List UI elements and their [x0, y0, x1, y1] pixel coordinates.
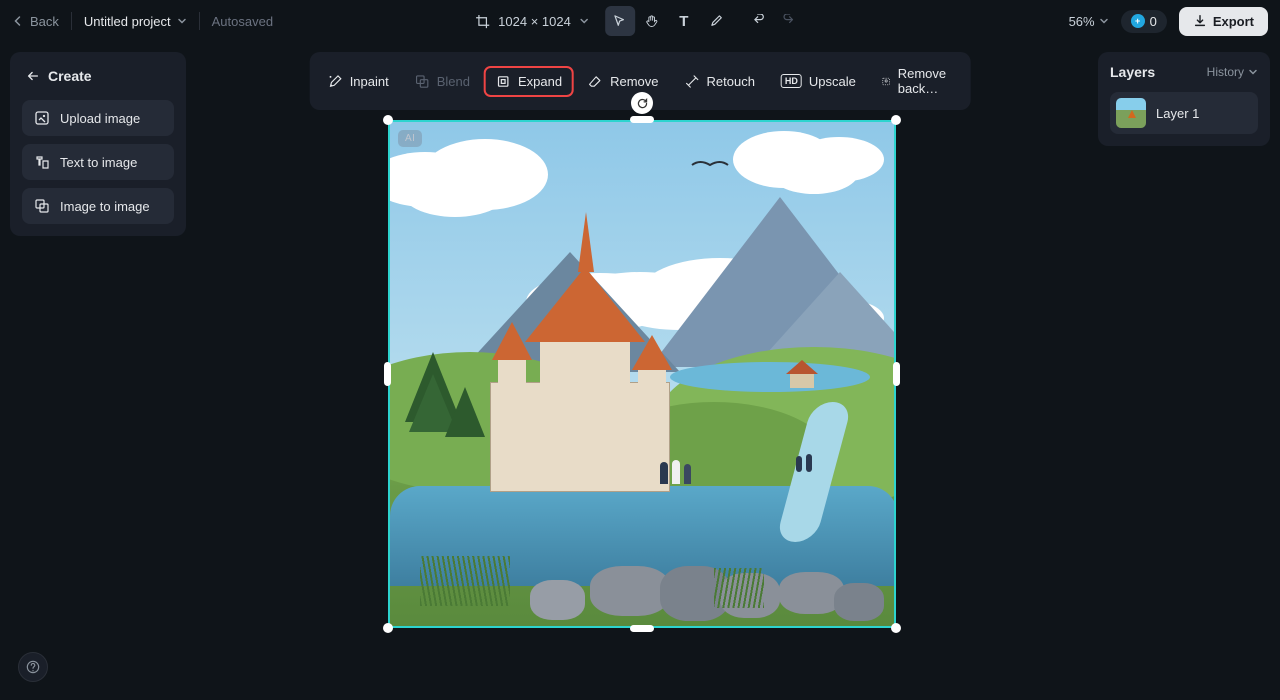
remove-bg-icon: [882, 74, 891, 89]
layers-title: Layers: [1110, 64, 1155, 80]
crop-icon: [475, 14, 490, 29]
download-icon: [1193, 14, 1207, 28]
back-label: Back: [30, 14, 59, 29]
zoom-control[interactable]: 56%: [1069, 14, 1109, 29]
help-button[interactable]: [18, 652, 48, 682]
hand-tool[interactable]: [637, 6, 667, 36]
zoom-label: 56%: [1069, 14, 1095, 29]
credit-icon: +: [1131, 14, 1145, 28]
upscale-button[interactable]: HD Upscale: [769, 66, 868, 97]
history-label: History: [1207, 65, 1244, 79]
retouch-button[interactable]: Retouch: [673, 66, 767, 97]
remove-bg-button[interactable]: Remove back…: [870, 58, 964, 104]
retouch-label: Retouch: [707, 74, 755, 89]
sidebar-left: Create Upload image Text to image Image …: [10, 52, 186, 236]
hand-icon: [644, 14, 659, 29]
chevron-down-icon: [1248, 67, 1258, 77]
ai-badge: AI: [398, 130, 422, 147]
brush-tool[interactable]: [701, 6, 731, 36]
inpaint-icon: [328, 74, 343, 89]
upscale-label: Upscale: [809, 74, 856, 89]
expand-button[interactable]: Expand: [484, 66, 574, 97]
topbar-right: 56% + 0 Export: [1069, 7, 1268, 36]
chevron-left-icon: [12, 15, 24, 27]
layer-thumbnail: [1116, 98, 1146, 128]
text-image-icon: [34, 154, 50, 170]
blend-label: Blend: [437, 74, 470, 89]
canvas-size-button[interactable]: 1024 × 1024: [475, 14, 589, 29]
credits-pill[interactable]: + 0: [1121, 10, 1167, 33]
layer-item[interactable]: Layer 1: [1110, 92, 1258, 134]
back-button[interactable]: Back: [12, 14, 59, 29]
canvas-image[interactable]: AI: [388, 120, 896, 628]
create-label: Create: [48, 68, 92, 84]
tool-group: T: [605, 6, 805, 36]
create-header: Create: [22, 64, 174, 88]
credits-label: 0: [1150, 14, 1157, 29]
redo-button[interactable]: [775, 6, 805, 36]
chevron-down-icon: [177, 16, 187, 26]
expand-label: Expand: [518, 74, 562, 89]
export-button[interactable]: Export: [1179, 7, 1268, 36]
layers-panel: Layers History Layer 1: [1098, 52, 1270, 146]
regenerate-badge[interactable]: [631, 92, 653, 114]
upload-label: Upload image: [60, 111, 140, 126]
text-tool[interactable]: T: [669, 6, 699, 36]
topbar: Back Untitled project Autosaved 1024 × 1…: [0, 0, 1280, 42]
chevron-down-icon: [579, 16, 589, 26]
brush-icon: [708, 14, 723, 29]
image-to-image-button[interactable]: Image to image: [22, 188, 174, 224]
i2i-label: Image to image: [60, 199, 150, 214]
back-arrow-icon: [26, 69, 40, 83]
layer-name: Layer 1: [1156, 106, 1199, 121]
undo-icon: [750, 14, 765, 29]
removebg-label: Remove back…: [898, 66, 953, 96]
divider: [71, 12, 72, 30]
undo-button[interactable]: [743, 6, 773, 36]
retouch-icon: [685, 74, 700, 89]
canvas[interactable]: AI: [388, 120, 896, 628]
project-name-label: Untitled project: [84, 14, 171, 29]
text-icon: T: [679, 13, 688, 30]
hd-badge-icon: HD: [781, 74, 802, 88]
select-tool[interactable]: [605, 6, 635, 36]
resize-handle-top[interactable]: [630, 116, 654, 123]
resize-handle-tr[interactable]: [891, 115, 901, 125]
text-to-image-button[interactable]: Text to image: [22, 144, 174, 180]
blend-icon: [415, 74, 430, 89]
topbar-center: 1024 × 1024 T: [475, 6, 805, 36]
image-image-icon: [34, 198, 50, 214]
resize-handle-bottom[interactable]: [630, 625, 654, 632]
resize-handle-tl[interactable]: [383, 115, 393, 125]
divider: [199, 12, 200, 30]
remove-label: Remove: [610, 74, 658, 89]
project-name[interactable]: Untitled project: [84, 14, 187, 29]
cursor-icon: [612, 14, 627, 29]
autosaved-label: Autosaved: [212, 14, 273, 29]
layers-header: Layers History: [1110, 64, 1258, 80]
refresh-icon: [636, 97, 649, 110]
help-icon: [26, 660, 40, 674]
inpaint-button[interactable]: Inpaint: [316, 66, 401, 97]
resize-handle-bl[interactable]: [383, 623, 393, 633]
chevron-down-icon: [1099, 16, 1109, 26]
export-label: Export: [1213, 14, 1254, 29]
resize-handle-left[interactable]: [384, 362, 391, 386]
eraser-icon: [588, 74, 603, 89]
resize-handle-br[interactable]: [891, 623, 901, 633]
inpaint-label: Inpaint: [350, 74, 389, 89]
expand-icon: [496, 74, 511, 89]
upload-icon: [34, 110, 50, 126]
dimensions-label: 1024 × 1024: [498, 14, 571, 29]
blend-button: Blend: [403, 66, 482, 97]
resize-handle-right[interactable]: [893, 362, 900, 386]
upload-image-button[interactable]: Upload image: [22, 100, 174, 136]
redo-icon: [782, 14, 797, 29]
t2i-label: Text to image: [60, 155, 137, 170]
history-button[interactable]: History: [1207, 65, 1258, 79]
remove-button[interactable]: Remove: [576, 66, 670, 97]
